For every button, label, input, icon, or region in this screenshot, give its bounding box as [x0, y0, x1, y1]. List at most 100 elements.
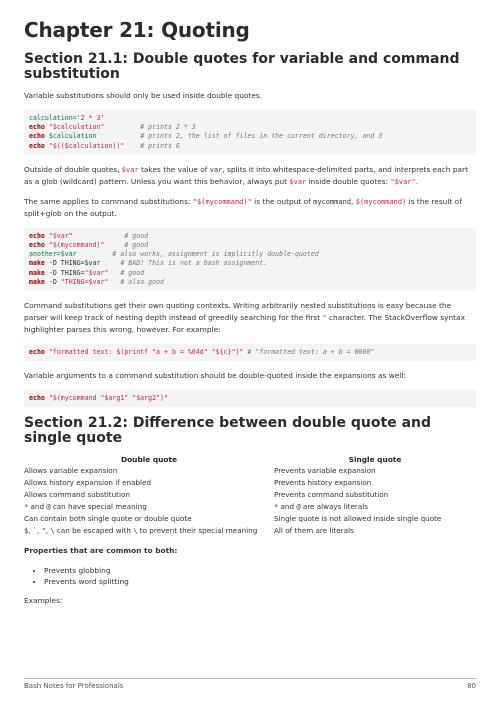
code-token: # prints 2 * 3 — [140, 123, 196, 132]
table-cell-single-quote: Prevents history expansion — [274, 477, 476, 489]
paragraph-variable-arguments: Variable arguments to a command substitu… — [24, 371, 406, 381]
code-token: echo — [29, 231, 45, 240]
code-token: "$var" — [48, 231, 73, 240]
code-token: # BAD! This is not a bash assignment. — [120, 259, 268, 268]
code-token: "formatted text: $(printf "a + b = %04d"… — [48, 348, 244, 357]
table-cell-single-quote: Prevents command substitution — [274, 489, 476, 501]
code-token: $calculation — [48, 132, 97, 141]
code-token: # "formatted text: a + b = 0000" — [247, 348, 375, 357]
table-cell-double-quote: * and @ can have special meaning — [24, 501, 274, 513]
code-token: # good — [124, 241, 149, 250]
inline-code: var — [209, 165, 223, 174]
text-run: Prevents command substitution — [274, 490, 389, 500]
footer-book-title: Bash Notes for Professionals — [24, 682, 124, 690]
text-run: Outside of double quotes, — [24, 164, 122, 174]
table-cell-double-quote: Allows history expansion if enabled — [24, 477, 274, 489]
code-line: echo "$var" # good — [29, 232, 148, 240]
inline-code: "$(mycommand)" — [192, 197, 252, 206]
page-footer: Bash Notes for Professionals 80 — [24, 678, 476, 690]
table-row: $, `, ", \ can be escaped with \ to prev… — [24, 525, 476, 537]
code-token: # good — [120, 268, 145, 277]
inline-code: $(mycommand) — [355, 197, 407, 206]
code-line: make -D THING="$var" # good — [29, 269, 144, 277]
inline-code: $var — [289, 177, 307, 186]
paragraph-var-splitting: Outside of double quotes, $var takes the… — [24, 164, 476, 188]
text-run: Can contain both single quote or double … — [24, 514, 192, 524]
code-token: echo — [29, 241, 45, 250]
code-line: make -D "THING=$var" # also good — [29, 278, 164, 286]
quote-comparison-table: Double quote Single quote Allows variabl… — [24, 454, 476, 537]
text-run: Allows history expansion if enabled — [24, 478, 152, 488]
table-header-single-quote: Single quote — [348, 455, 402, 465]
chapter-title: Chapter 21: Quoting — [24, 18, 250, 42]
code-token: -D THING= — [44, 268, 85, 277]
code-token: "$(mycommand)" — [48, 241, 105, 250]
text-run: All of them are literals — [274, 526, 354, 536]
text-run: . — [415, 176, 419, 186]
code-line: echo "$(mycommand "$arg1" "$arg2")" — [29, 394, 168, 402]
code-token: # also good — [120, 277, 165, 286]
text-run: to prevent their special meaning — [137, 526, 258, 536]
code-token: make — [29, 277, 45, 286]
code-token: '2 * 3' — [76, 114, 105, 122]
code-token: "$(($calculation))" — [48, 141, 125, 150]
code-block-2: echo "$var" # good echo "$(mycommand)" #… — [24, 227, 476, 292]
code-token: # good — [124, 231, 149, 240]
text-run: The same applies to command substitution… — [24, 196, 193, 206]
code-line: echo "$(mycommand)" # good — [29, 241, 148, 249]
code-line: echo "formatted text: $(printf "a + b = … — [29, 348, 374, 356]
code-line: calculation='2 * 3' — [29, 114, 104, 122]
table-row: Can contain both single quote or double … — [24, 513, 476, 525]
code-token: # prints 2, the list of files in the cur… — [140, 132, 383, 141]
text-run: takes the value of — [138, 164, 210, 174]
code-line: make -D THING=$var # BAD! This is not a … — [29, 259, 267, 267]
table-header-row: Double quote Single quote — [24, 454, 476, 465]
text-run: inside double quotes: — [306, 176, 391, 186]
code-token: "$(mycommand "$arg1" "$arg2")" — [48, 394, 168, 403]
code-token: -D THING=$var — [44, 259, 121, 268]
text-run: Allows variable expansion — [24, 466, 118, 476]
code-token: another=$var — [29, 250, 77, 259]
table-row: * and @ can have special meaning * and @ … — [24, 501, 476, 513]
text-run: are always literals — [300, 502, 369, 512]
section-21-2-title: Section 21.2: Difference between double … — [24, 415, 432, 447]
code-token: echo — [29, 394, 45, 403]
text-run: can have special meaning — [50, 502, 147, 512]
text-run: is the output of — [251, 196, 314, 206]
table-cell-double-quote: Can contain both single quote or double … — [24, 513, 274, 525]
table-cell-single-quote: Single quote is not allowed inside singl… — [274, 513, 476, 525]
footer-page-number: 80 — [467, 682, 476, 690]
section-21-1-title: Section 21.1: Double quotes for variable… — [24, 51, 460, 82]
text-run: Prevents history expansion — [274, 478, 372, 488]
text-run: can be escaped with — [54, 526, 134, 536]
code-token: calculation= — [29, 114, 77, 122]
table-cell-single-quote: All of them are literals — [274, 525, 476, 537]
table-header-double-quote: Double quote — [120, 455, 178, 465]
code-line: echo "$calculation" # prints 2 * 3 — [29, 123, 196, 131]
text-run: and — [28, 502, 47, 512]
code-block-1: calculation='2 * 3' echo "$calculation" … — [24, 110, 476, 155]
code-line: echo $calculation # prints 2, the list o… — [29, 132, 382, 140]
table-row: Allows history expansion if enabled Preve… — [24, 477, 476, 489]
table-row: Allows variable expansion Prevents variab… — [24, 465, 476, 477]
code-block-4: echo "$(mycommand "$arg1" "$arg2")" — [24, 390, 476, 408]
code-token: make — [29, 259, 45, 268]
code-token: # also works, assignment is implicitly d… — [112, 250, 319, 259]
inline-code: "$var" — [390, 177, 416, 186]
text-run: Single quote is not allowed inside singl… — [274, 514, 442, 524]
code-token: echo — [29, 132, 45, 141]
code-token: echo — [29, 348, 45, 357]
text-run: and — [278, 502, 297, 512]
list-item: Prevents globbing — [44, 565, 476, 576]
code-token: echo — [29, 141, 45, 150]
code-token: "THING=$var" — [60, 277, 109, 286]
code-token: make — [29, 268, 45, 277]
inline-code: $var — [121, 165, 139, 174]
